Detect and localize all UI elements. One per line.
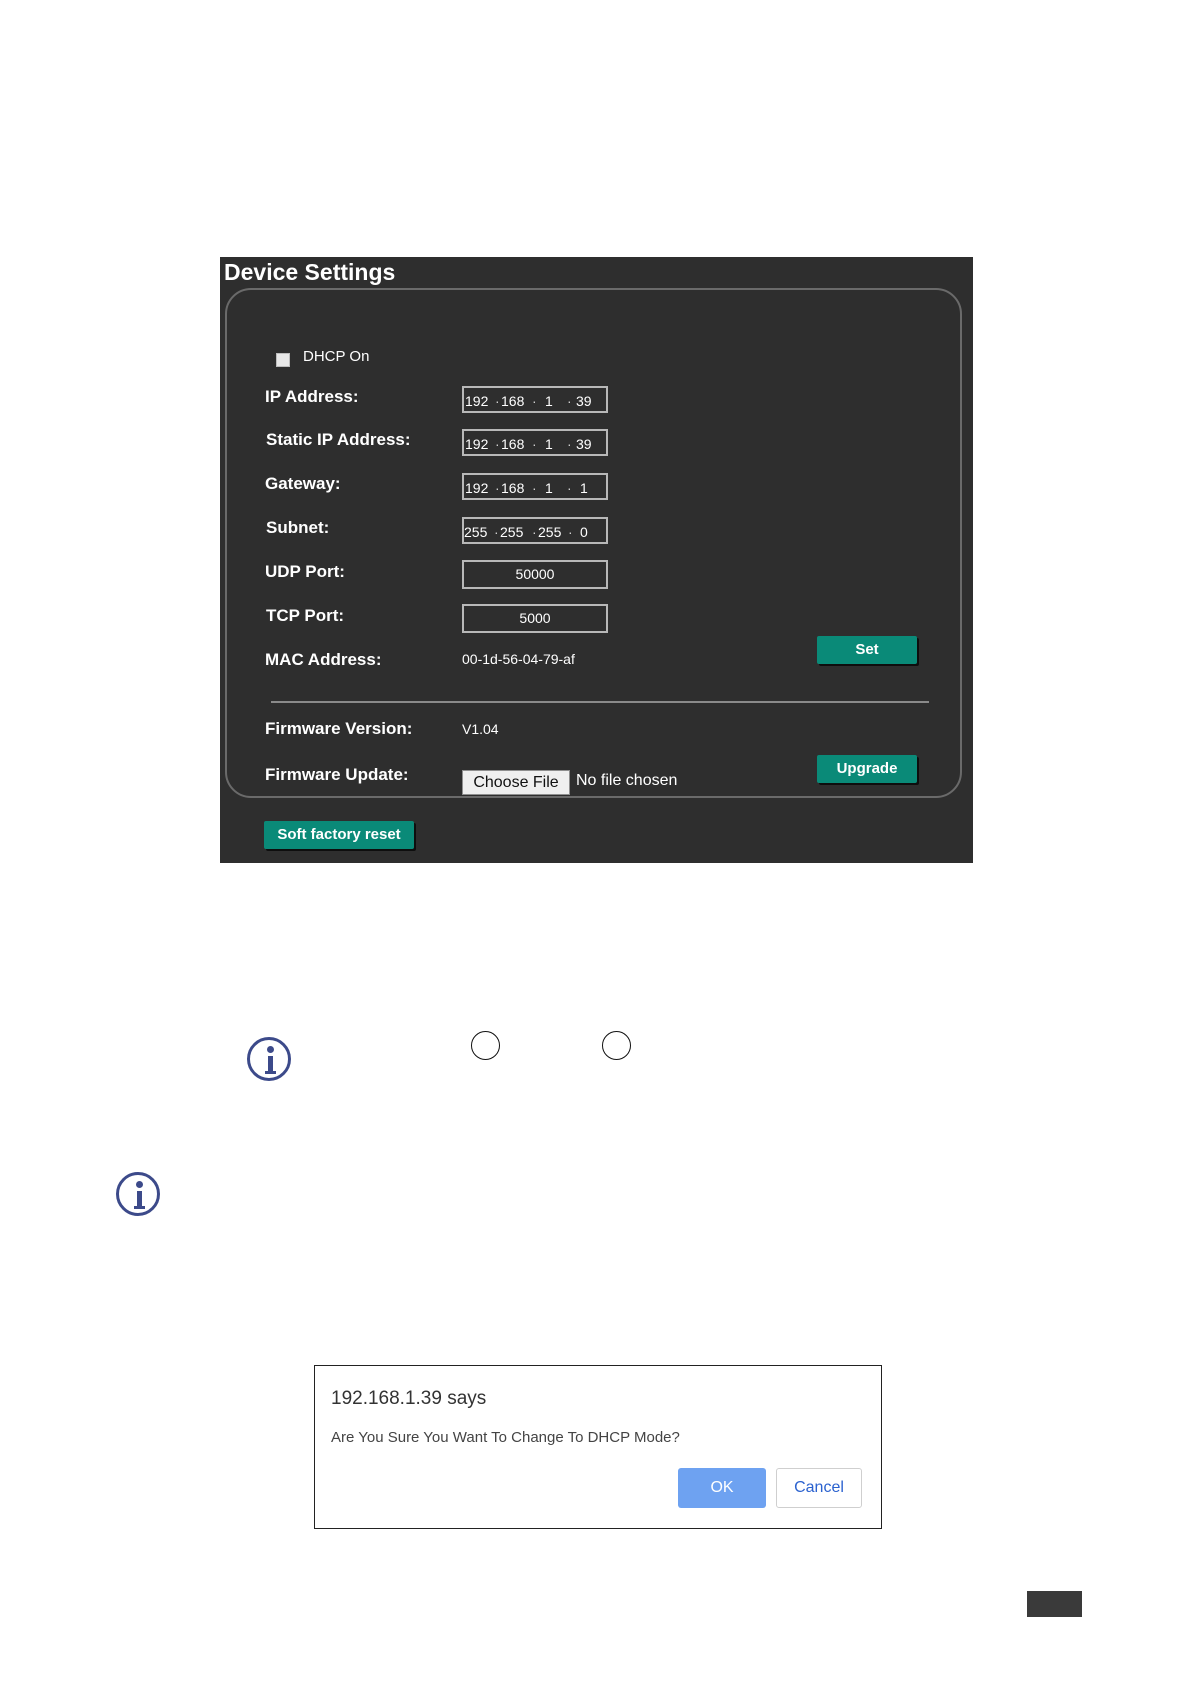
- ip-octet-4[interactable]: 39: [576, 393, 592, 409]
- upgrade-button[interactable]: Upgrade: [817, 755, 917, 783]
- no-file-chosen-text: No file chosen: [576, 772, 678, 789]
- step-circle-icon: [602, 1031, 631, 1060]
- udp-port-input[interactable]: 50000: [462, 560, 608, 589]
- static-ip-octet-1[interactable]: 192: [465, 436, 488, 452]
- gateway-octet-3[interactable]: 1: [545, 480, 553, 496]
- udp-port-label: UDP Port:: [265, 562, 345, 581]
- dhcp-label: DHCP On: [303, 348, 370, 365]
- tcp-port-input[interactable]: 5000: [462, 604, 608, 633]
- device-settings-panel: Device Settings DHCP On IP Address: 192 …: [220, 257, 973, 863]
- gateway-octet-1[interactable]: 192: [465, 480, 488, 496]
- subnet-octet-1[interactable]: 255: [464, 524, 487, 540]
- choose-file-button[interactable]: Choose File: [462, 770, 570, 795]
- info-icon: [247, 1037, 291, 1081]
- ip-address-label: IP Address:: [265, 387, 359, 406]
- subnet-octet-4[interactable]: 0: [580, 524, 588, 540]
- settings-frame: DHCP On IP Address: 192 · 168 · 1 · 39 S…: [225, 288, 962, 798]
- dialog-message: Are You Sure You Want To Change To DHCP …: [331, 1429, 680, 1446]
- mac-address-label: MAC Address:: [265, 650, 382, 669]
- confirm-dialog: 192.168.1.39 says Are You Sure You Want …: [314, 1365, 882, 1529]
- ip-octet-1[interactable]: 192: [465, 393, 488, 409]
- ip-octet-3[interactable]: 1: [545, 393, 553, 409]
- ok-button[interactable]: OK: [678, 1468, 766, 1508]
- firmware-update-label: Firmware Update:: [265, 765, 409, 784]
- firmware-version-label: Firmware Version:: [265, 719, 413, 738]
- step-circle-icon: [471, 1031, 500, 1060]
- ip-octet-2[interactable]: 168: [501, 393, 524, 409]
- subnet-input[interactable]: 255 · 255 · 255 · 0: [462, 517, 608, 544]
- dhcp-checkbox[interactable]: [276, 353, 290, 367]
- mac-address-value: 00-1d-56-04-79-af: [462, 651, 575, 667]
- dialog-title: 192.168.1.39 says: [331, 1388, 487, 1409]
- static-ip-octet-3[interactable]: 1: [545, 436, 553, 452]
- subnet-octet-3[interactable]: 255: [538, 524, 561, 540]
- subnet-label: Subnet:: [266, 518, 330, 537]
- cancel-button[interactable]: Cancel: [776, 1468, 862, 1508]
- page-number-tab: [1027, 1591, 1082, 1617]
- tcp-port-label: TCP Port:: [266, 606, 345, 625]
- soft-factory-reset-button[interactable]: Soft factory reset: [264, 821, 414, 849]
- firmware-version-value: V1.04: [462, 721, 499, 737]
- panel-title: Device Settings: [224, 259, 396, 285]
- ip-address-input[interactable]: 192 · 168 · 1 · 39: [462, 386, 608, 413]
- static-ip-label: Static IP Address:: [266, 430, 411, 449]
- static-ip-input[interactable]: 192 · 168 · 1 · 39: [462, 429, 608, 456]
- gateway-octet-2[interactable]: 168: [501, 480, 524, 496]
- static-ip-octet-4[interactable]: 39: [576, 436, 592, 452]
- gateway-octet-4[interactable]: 1: [580, 480, 588, 496]
- static-ip-octet-2[interactable]: 168: [501, 436, 524, 452]
- set-button[interactable]: Set: [817, 636, 917, 664]
- subnet-octet-2[interactable]: 255: [500, 524, 523, 540]
- gateway-input[interactable]: 192 · 168 · 1 · 1: [462, 473, 608, 500]
- info-icon: [116, 1172, 160, 1216]
- divider: [271, 701, 929, 703]
- gateway-label: Gateway:: [265, 474, 341, 493]
